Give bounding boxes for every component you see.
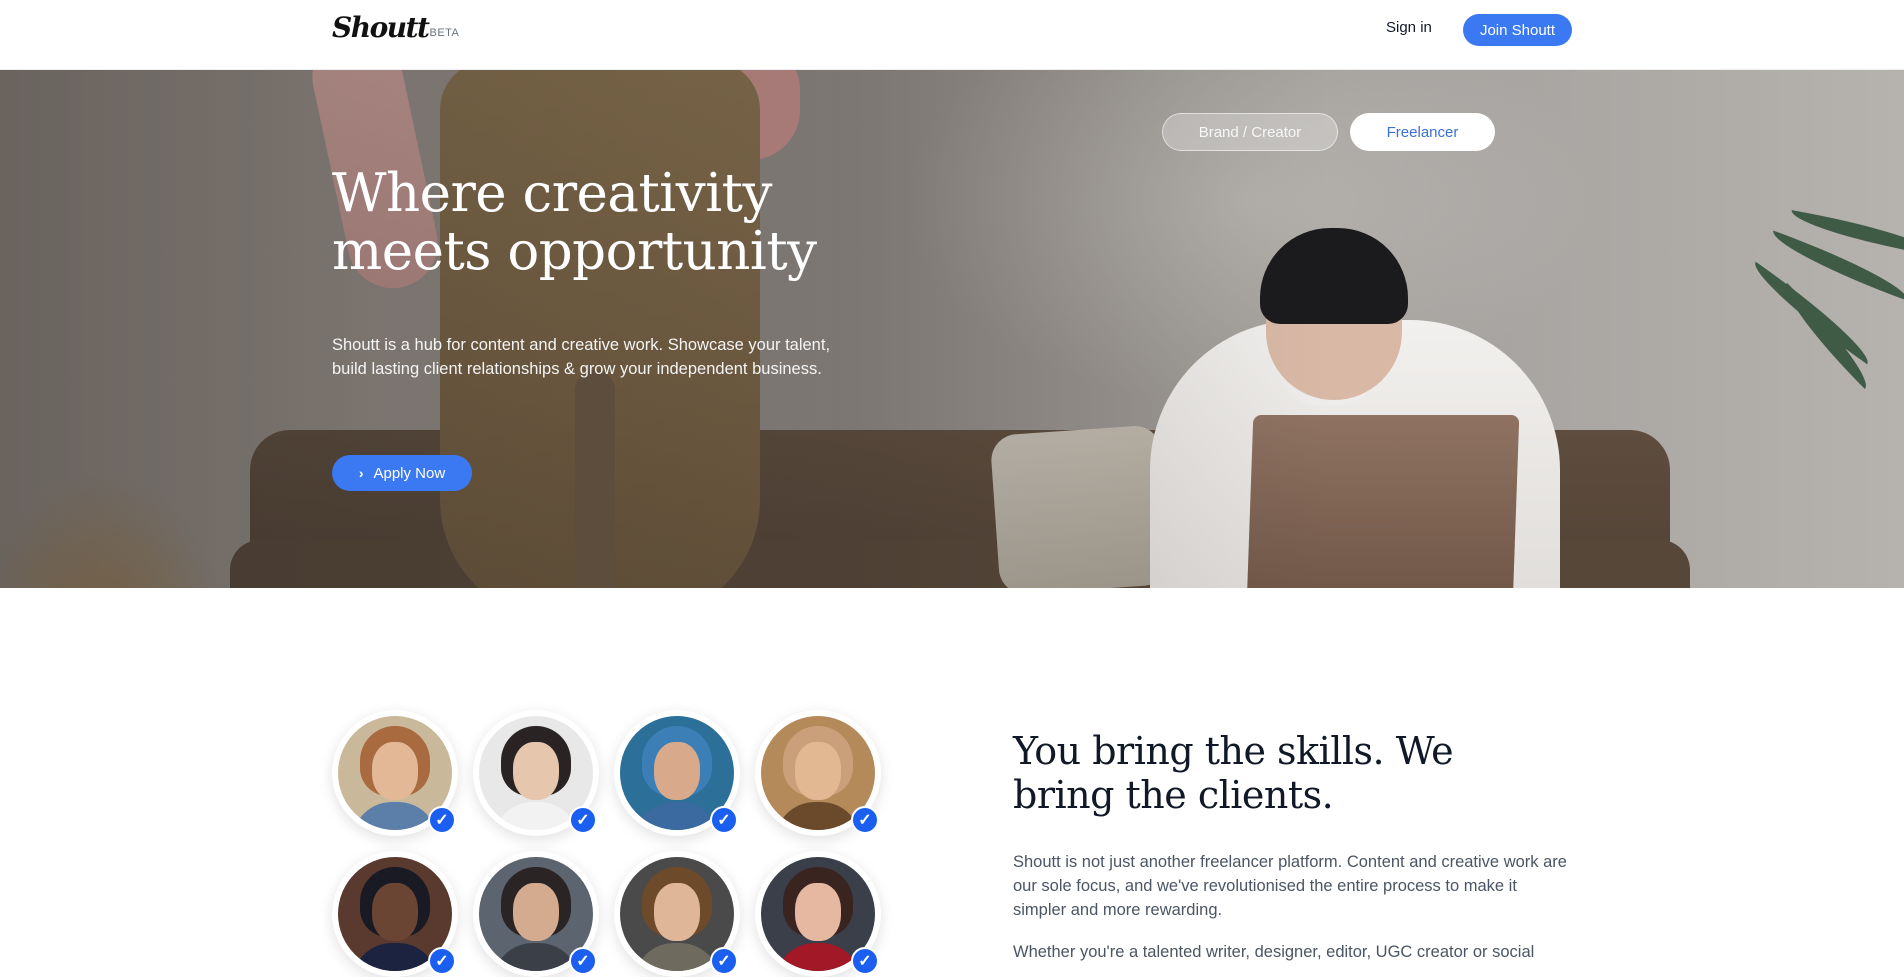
- join-shoutt-button[interactable]: Join Shoutt: [1463, 14, 1572, 46]
- skills-section-title: You bring the skills. We bring the clien…: [1013, 729, 1454, 817]
- freelancer-avatar: ✓: [332, 851, 458, 977]
- logo-wordmark: Shoutt: [332, 11, 430, 44]
- skills-section-paragraph-1: Shoutt is not just another freelancer pl…: [1013, 853, 1567, 919]
- toggle-brand-creator[interactable]: Brand / Creator: [1162, 113, 1338, 151]
- chevron-right-icon: ›: [358, 465, 364, 481]
- skills-section-paragraph-2: Whether you're a talented writer, design…: [1013, 943, 1535, 961]
- verified-check-icon: ✓: [569, 947, 597, 975]
- verified-check-icon: ✓: [428, 947, 456, 975]
- verified-check-icon: ✓: [428, 806, 456, 834]
- freelancer-avatar: ✓: [332, 710, 458, 836]
- toggle-freelancer[interactable]: Freelancer: [1350, 113, 1495, 151]
- apply-now-button[interactable]: › Apply Now: [332, 455, 472, 491]
- verified-check-icon: ✓: [851, 947, 879, 975]
- apply-now-label: Apply Now: [373, 464, 446, 482]
- freelancer-avatar: ✓: [473, 851, 599, 977]
- verified-check-icon: ✓: [710, 806, 738, 834]
- top-navigation: Shoutt BETA Sign in Join Shoutt: [0, 0, 1904, 70]
- freelancer-avatar: ✓: [473, 710, 599, 836]
- beta-label: BETA: [429, 27, 460, 39]
- shoutt-logo[interactable]: Shoutt BETA: [332, 14, 459, 42]
- freelancer-avatar: ✓: [614, 710, 740, 836]
- hero-overlay: [0, 70, 1904, 588]
- hero-description: Shoutt is a hub for content and creative…: [332, 336, 831, 378]
- freelancer-avatar: ✓: [755, 851, 881, 977]
- sign-in-link[interactable]: Sign in: [1386, 19, 1432, 36]
- verified-check-icon: ✓: [710, 947, 738, 975]
- verified-check-icon: ✓: [569, 806, 597, 834]
- freelancer-avatar: ✓: [614, 851, 740, 977]
- hero-title: Where creativity meets opportunity: [332, 163, 817, 282]
- verified-check-icon: ✓: [851, 806, 879, 834]
- hero-section: [0, 70, 1904, 588]
- freelancer-avatar: ✓: [755, 710, 881, 836]
